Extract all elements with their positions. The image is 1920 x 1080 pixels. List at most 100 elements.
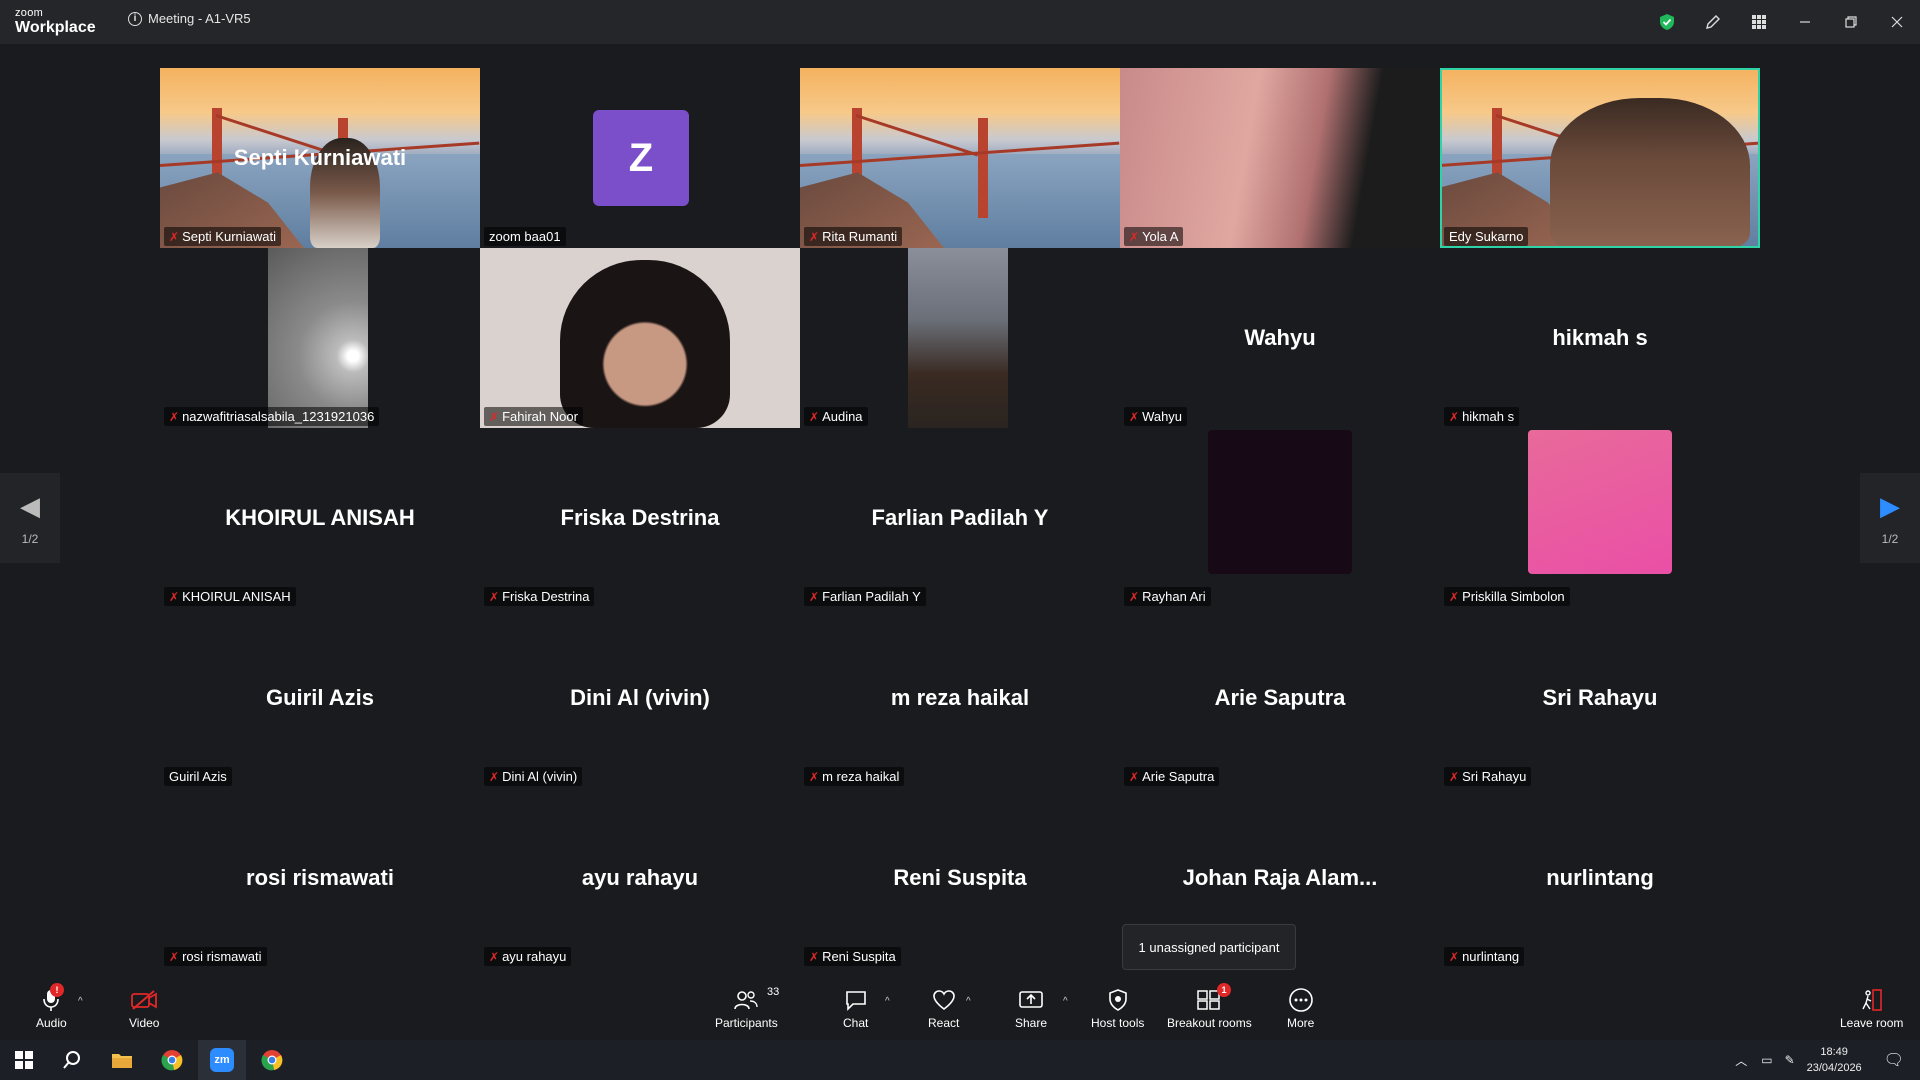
participant-tile-farlian-padilah-y[interactable]: Farlian Padilah Y ✗ Farlian Padilah Y — [800, 428, 1120, 608]
next-page-button[interactable]: ▶ 1/2 — [1860, 473, 1920, 563]
clock[interactable]: 18:49 23/04/2026 — [1807, 1044, 1862, 1076]
name-tag: ✗ Audina — [804, 407, 868, 426]
name-tag: ✗ Sri Rahayu — [1444, 767, 1532, 786]
participant-tile-friska-destrina[interactable]: Friska Destrina ✗ Friska Destrina — [480, 428, 800, 608]
notifications-icon[interactable]: 🗨 — [1884, 1050, 1904, 1070]
leave-icon — [1859, 986, 1885, 1014]
participant-tile-rayhan-ari[interactable]: ✗ Rayhan Ari — [1120, 428, 1440, 608]
name-tag: zoom baa01 — [484, 227, 566, 246]
zoom-window: zoom Workplace i Meeting - A1-VR5 ◀ 1/2 … — [0, 0, 1920, 1080]
participant-tile-sri-rahayu[interactable]: Sri Rahayu ✗ Sri Rahayu — [1440, 608, 1760, 788]
minimize-icon[interactable] — [1782, 0, 1828, 44]
participant-tile-arie-saputra[interactable]: Arie Saputra ✗ Arie Saputra — [1120, 608, 1440, 788]
pen-icon[interactable]: ✎ — [1785, 1053, 1795, 1067]
name-tag: ✗ nazwafitriasalsabila_1231921036 — [164, 407, 380, 426]
participants-label: Participants — [715, 1016, 778, 1030]
name-tag: ✗ Rita Rumanti — [804, 227, 903, 246]
more-button[interactable]: More — [1287, 986, 1314, 1030]
participant-tile-audina[interactable]: ✗ Audina — [800, 248, 1120, 428]
audio-options-caret[interactable]: ^ — [78, 996, 83, 1007]
display-name: nurlintang — [1546, 865, 1654, 890]
logo-top-text: zoom — [15, 7, 44, 19]
participant-tile-nurlintang[interactable]: nurlintang ✗ nurlintang — [1440, 788, 1760, 968]
avatar: Z — [593, 110, 689, 206]
share-options-caret[interactable]: ^ — [1063, 996, 1068, 1007]
chat-button[interactable]: Chat — [843, 986, 868, 1030]
meeting-info-button[interactable]: i Meeting - A1-VR5 — [128, 11, 251, 26]
search-icon[interactable] — [48, 1040, 96, 1080]
virtual-background — [800, 68, 1120, 248]
audio-button[interactable]: Audio ! — [36, 983, 67, 1030]
tray-chevron-up-icon[interactable]: ︿ — [1735, 1052, 1747, 1069]
participant-tile-guiril-azis[interactable]: Guiril Azis Guiril Azis — [160, 608, 480, 788]
name-tag: ✗ hikmah s — [1444, 407, 1520, 426]
participant-tile-khoirul-anisah[interactable]: KHOIRUL ANISAH ✗ KHOIRUL ANISAH — [160, 428, 480, 608]
audio-label: Audio — [36, 1016, 67, 1030]
display-name: Septi Kurniawati — [233, 145, 407, 170]
display-name: Friska Destrina — [560, 505, 720, 530]
chevron-right-icon: ▶ — [1880, 490, 1900, 521]
chat-options-caret[interactable]: ^ — [885, 996, 890, 1007]
participant-name: Arie Saputra — [1142, 769, 1215, 784]
participant-tile-zoom-baa01[interactable]: Zzoom baa01 — [480, 68, 800, 248]
grid-icon[interactable] — [1736, 0, 1782, 44]
window-controls — [1644, 0, 1920, 44]
name-tag: ✗ m reza haikal — [804, 767, 905, 786]
participant-tile-rosi-rismawati[interactable]: rosi rismawati ✗ rosi rismawati — [160, 788, 480, 968]
participant-tile-m-reza-haikal[interactable]: m reza haikal ✗ m reza haikal — [800, 608, 1120, 788]
participants-button[interactable]: Participants 33 — [715, 986, 779, 1030]
participant-name: Edy Sukarno — [1449, 229, 1524, 244]
name-tag: Guiril Azis — [164, 767, 232, 786]
display-name: hikmah s — [1552, 325, 1648, 350]
participant-name: Dini Al (vivin) — [502, 769, 578, 784]
muted-mic-icon: ✗ — [169, 589, 180, 604]
participant-tile-wahyu[interactable]: Wahyu ✗ Wahyu — [1120, 248, 1440, 428]
participant-tile-rita-rumanti[interactable]: ✗ Rita Rumanti — [800, 68, 1120, 248]
prev-page-button[interactable]: ◀ 1/2 — [0, 473, 60, 563]
participant-tile-edy-sukarno[interactable]: Edy Sukarno — [1440, 68, 1760, 248]
file-explorer-icon[interactable] — [98, 1040, 146, 1080]
pencil-icon[interactable] — [1690, 0, 1736, 44]
leave-room-button[interactable]: Leave room — [1840, 986, 1903, 1030]
network-icon[interactable]: ▭ — [1761, 1053, 1772, 1067]
chrome-icon[interactable] — [148, 1040, 196, 1080]
muted-mic-icon: ✗ — [809, 589, 820, 604]
restore-icon[interactable] — [1828, 0, 1874, 44]
windows-taskbar: zm ︿ ▭ ✎ 18:49 23/04/2026 🗨 — [0, 1040, 1920, 1080]
muted-mic-icon: ✗ — [1129, 589, 1140, 604]
breakout-rooms-button[interactable]: Breakout rooms 1 — [1167, 983, 1252, 1030]
close-icon[interactable] — [1874, 0, 1920, 44]
zoom-taskbar-icon[interactable]: zm — [198, 1040, 246, 1080]
participant-tile-ayu-rahayu[interactable]: ayu rahayu ✗ ayu rahayu — [480, 788, 800, 968]
name-tag: ✗ rosi rismawati — [164, 947, 267, 966]
display-name: Dini Al (vivin) — [570, 685, 710, 710]
shield-check-icon[interactable] — [1644, 0, 1690, 44]
participant-tile-nazwafitriasalsabila-1231921036[interactable]: ✗ nazwafitriasalsabila_1231921036 — [160, 248, 480, 428]
host-tools-button[interactable]: Host tools — [1091, 986, 1144, 1030]
participant-tile-dini-al-vivin[interactable]: Dini Al (vivin) ✗ Dini Al (vivin) — [480, 608, 800, 788]
participant-tile-hikmah-s[interactable]: hikmah s ✗ hikmah s — [1440, 248, 1760, 428]
react-button[interactable]: React — [928, 986, 959, 1030]
chrome-icon-2[interactable] — [248, 1040, 296, 1080]
participant-name: Yola A — [1142, 229, 1179, 244]
name-tag: ✗ Dini Al (vivin) — [484, 767, 583, 786]
windows-start-icon[interactable] — [0, 1040, 48, 1080]
react-options-caret[interactable]: ^ — [966, 996, 971, 1007]
participant-name: hikmah s — [1462, 409, 1515, 424]
participant-tile-septi-kurniawati[interactable]: Septi Kurniawati ✗ Septi Kurniawati — [160, 68, 480, 248]
share-button[interactable]: Share — [1015, 986, 1047, 1030]
audio-alert-badge: ! — [50, 983, 64, 997]
chevron-left-icon: ◀ — [20, 490, 40, 521]
video-button[interactable]: Video — [129, 986, 159, 1030]
more-label: More — [1287, 1016, 1315, 1030]
participant-tile-priskilla-simbolon[interactable]: ✗ Priskilla Simbolon — [1440, 428, 1760, 608]
shield-icon — [1107, 986, 1129, 1014]
participant-tile-yola-a[interactable]: ✗ Yola A — [1120, 68, 1440, 248]
page-indicator-left: 1/2 — [21, 531, 39, 546]
avatar — [1208, 430, 1352, 574]
participant-tile-reni-suspita[interactable]: Reni Suspita ✗ Reni Suspita — [800, 788, 1120, 968]
muted-mic-icon: ✗ — [489, 949, 500, 964]
participants-icon — [733, 986, 759, 1014]
clock-time: 18:49 — [1820, 1046, 1848, 1058]
participant-tile-fahirah-noor[interactable]: ✗ Fahirah Noor — [480, 248, 800, 428]
